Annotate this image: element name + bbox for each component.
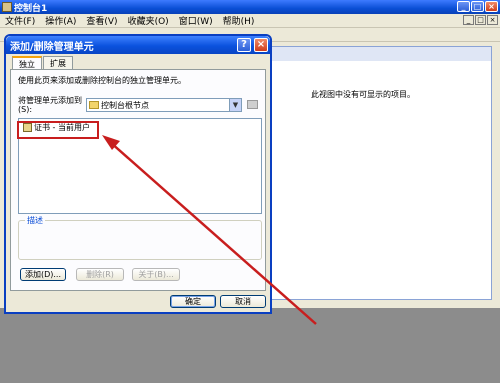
arrow-shaft [109, 141, 317, 325]
annotation-arrow [102, 135, 317, 325]
